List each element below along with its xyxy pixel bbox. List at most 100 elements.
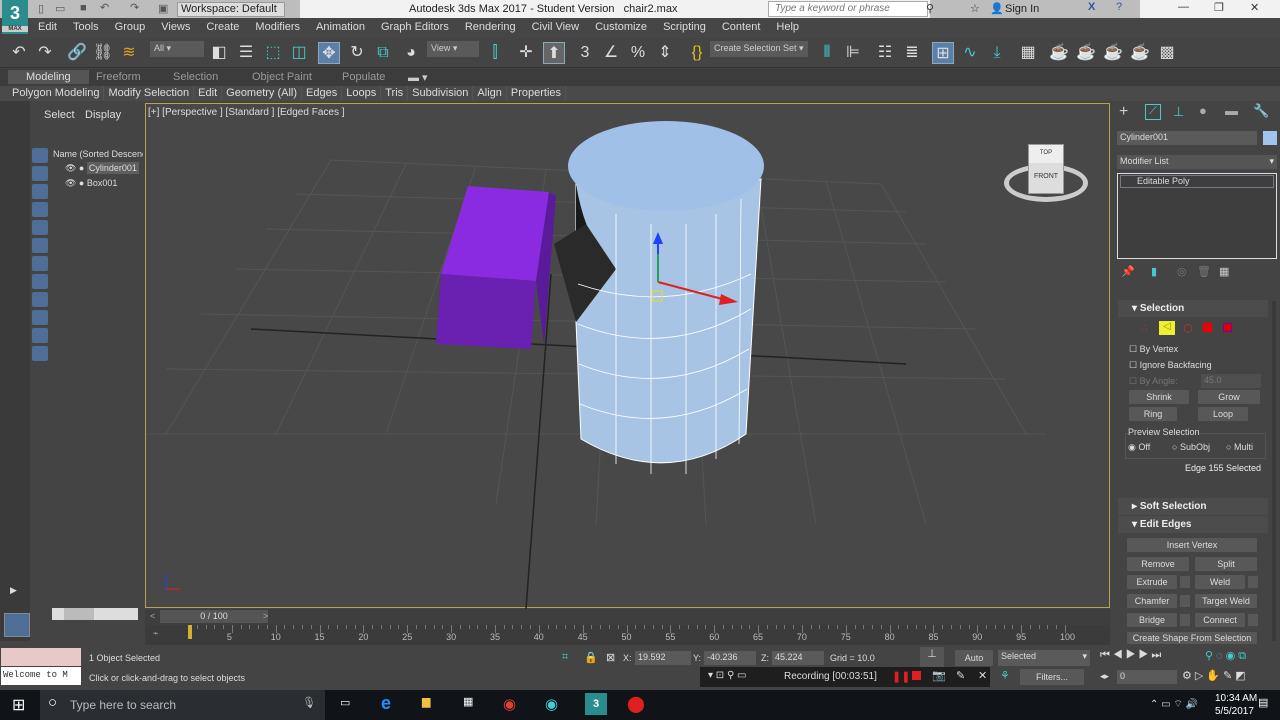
redo-icon[interactable]: ↷ — [130, 1, 139, 14]
create-tab-icon[interactable]: + — [1119, 103, 1128, 121]
z-coordinate-field[interactable]: 45.224 — [772, 651, 824, 665]
spinner-snap-icon[interactable]: ⇕ — [654, 42, 676, 64]
border-mode-icon[interactable]: ⬡ — [1183, 322, 1193, 335]
clock-time[interactable]: 10:34 AM — [1215, 693, 1257, 704]
modifier-list-dropdown[interactable]: Modifier List ▾ — [1117, 155, 1277, 169]
loop-button[interactable]: Loop — [1198, 407, 1248, 421]
make-unique-icon[interactable]: ◎ — [1177, 265, 1187, 278]
show-end-result-icon[interactable]: ▮ — [1151, 265, 1157, 278]
action-center-icon[interactable]: ▤ — [1258, 696, 1268, 709]
window-crossing-icon[interactable]: ◫ — [288, 42, 310, 64]
recorder-taskbar-icon[interactable]: ⬤ — [627, 694, 645, 714]
menu-group[interactable]: Group — [107, 18, 154, 36]
hierarchy-tab-icon[interactable]: ⊥ — [1173, 104, 1184, 120]
preview-off-radio[interactable]: ◉ Off — [1128, 442, 1150, 453]
camera-icon[interactable]: 📷 — [932, 669, 946, 682]
snap-3d-icon[interactable]: 3 — [574, 42, 596, 64]
a360-gallery-icon[interactable]: ▩ — [1156, 42, 1178, 64]
tab-object-paint[interactable]: Object Paint — [252, 71, 312, 83]
ribbon-subdivision[interactable]: Subdivision — [408, 86, 474, 100]
remove-button[interactable]: Remove — [1127, 557, 1189, 571]
polygon-mode-icon[interactable] — [1203, 323, 1212, 332]
windows-start-icon[interactable]: ⊞ — [12, 695, 25, 715]
binoculars-icon[interactable]: ⚲ — [926, 2, 934, 15]
task-view-icon[interactable]: ▭ — [340, 696, 350, 709]
ribbon-options-icon[interactable]: ▬ ▾ — [408, 71, 428, 84]
key-nav-icon[interactable]: ◂▸ — [1100, 671, 1109, 682]
pivot-icon[interactable]: ⫿ — [484, 42, 506, 64]
ignore-backfacing-checkbox[interactable]: ☐ Ignore Backfacing — [1129, 360, 1212, 371]
unlink-icon[interactable]: ⛓ — [92, 42, 114, 64]
remove-modifier-icon[interactable]: 🗑 — [1197, 265, 1211, 278]
pause-recording-icon[interactable]: ❚❚ — [892, 670, 910, 683]
save-icon[interactable]: ■ — [80, 2, 87, 14]
redo-icon[interactable]: ↷ — [34, 42, 56, 64]
render-online-icon[interactable]: ☕ — [1129, 42, 1151, 64]
material-editor-icon[interactable]: ▦ — [1017, 42, 1039, 64]
viewcube[interactable]: TOP FRONT — [1004, 144, 1088, 212]
keyboard-shortcut-icon[interactable]: ⬆ — [543, 42, 565, 64]
viewport-layout-button[interactable] — [4, 613, 30, 637]
display-frozen-icon[interactable] — [32, 328, 48, 343]
viewport-navigation-controls[interactable]: ⚲◌◉⧉ — [1205, 649, 1249, 663]
reference-coord-dropdown[interactable]: View ▾ — [427, 41, 479, 57]
angle-snap-icon[interactable]: ∠ — [600, 42, 622, 64]
workspace-dropdown[interactable]: Workspace: Default — [177, 2, 285, 17]
mini-curve-editor-icon[interactable]: ⌁ — [153, 628, 158, 639]
display-hidden-icon[interactable] — [32, 346, 48, 361]
ribbon-edit[interactable]: Edit — [194, 86, 223, 100]
store-icon[interactable]: ▦ — [463, 695, 473, 708]
display-helpers-icon[interactable] — [32, 220, 48, 235]
display-xrefs-icon[interactable] — [32, 274, 48, 289]
scale-icon[interactable]: ⧉ — [372, 42, 394, 64]
sign-in-link[interactable]: Sign In — [1005, 3, 1039, 15]
curve-editor-icon[interactable]: ∿ — [959, 42, 981, 64]
menu-modifiers[interactable]: Modifiers — [247, 18, 308, 36]
configure-modifier-sets-icon[interactable]: ▦ — [1219, 265, 1229, 278]
ribbon-tris[interactable]: Tris — [381, 86, 409, 100]
select-by-name-icon[interactable]: ☰ — [235, 42, 257, 64]
rendered-frame-icon[interactable]: ☕ — [1075, 42, 1097, 64]
render-icon[interactable]: ☕ — [1102, 42, 1124, 64]
extrude-button[interactable]: Extrude — [1127, 575, 1177, 589]
panel-scrollbar[interactable] — [1272, 301, 1276, 641]
menu-graph-editors[interactable]: Graph Editors — [373, 18, 457, 36]
ribbon-properties[interactable]: Properties — [507, 86, 567, 100]
named-selection-icon[interactable]: {} — [686, 42, 708, 64]
filters-button[interactable]: Filters... — [1020, 669, 1084, 685]
close-recorder-icon[interactable]: ✕ — [978, 669, 987, 682]
menu-civil-view[interactable]: Civil View — [524, 18, 587, 36]
place-icon[interactable]: ◕ — [400, 42, 422, 64]
new-file-icon[interactable]: ▯ — [38, 2, 44, 15]
y-coordinate-field[interactable]: -40.236 — [704, 651, 756, 665]
vertex-mode-icon[interactable]: ∴ — [1141, 323, 1147, 334]
set-key-icon[interactable]: ⊥ — [920, 647, 944, 667]
display-shapes-icon[interactable] — [32, 166, 48, 181]
menu-rendering[interactable]: Rendering — [457, 18, 524, 36]
menu-content[interactable]: Content — [714, 18, 769, 36]
x-coordinate-field[interactable]: 19.592 — [635, 651, 691, 665]
display-tab-icon[interactable]: ▬ — [1225, 103, 1238, 118]
create-selection-set-dropdown[interactable]: Create Selection Set ▾ — [710, 41, 808, 57]
project-icon[interactable]: ▣ — [158, 2, 168, 15]
current-frame-field[interactable]: 0 — [1117, 670, 1177, 684]
ribbon-align[interactable]: Align — [473, 86, 507, 100]
menu-views[interactable]: Views — [153, 18, 198, 36]
tab-selection[interactable]: Selection — [173, 71, 218, 83]
explorer-column-header[interactable]: Name (Sorted Descending) — [53, 149, 143, 159]
manipulate-icon[interactable]: ✛ — [515, 42, 537, 64]
close-button[interactable]: ✕ — [1250, 1, 1259, 14]
viewcube-top[interactable]: TOP — [1029, 145, 1063, 163]
modifier-stack-item[interactable]: Editable Poly — [1120, 175, 1274, 188]
display-containers-icon[interactable] — [32, 310, 48, 325]
target-weld-button[interactable]: Target Weld — [1195, 594, 1257, 608]
render-setup-icon[interactable]: ☕ — [1048, 42, 1070, 64]
key-filter-dropdown[interactable]: Selected ▾ — [998, 650, 1090, 666]
display-cameras-icon[interactable] — [32, 202, 48, 217]
explorer-row[interactable]: 👁 ● Box001 — [65, 178, 117, 189]
time-slider-thumb[interactable]: 0 / 100 — [160, 610, 268, 623]
undo-icon[interactable]: ↶ — [100, 1, 109, 14]
rect-selection-icon[interactable]: ⬚ — [262, 42, 284, 64]
bridge-settings-button[interactable] — [1180, 614, 1190, 626]
link-icon[interactable]: 🔗 — [66, 42, 88, 64]
